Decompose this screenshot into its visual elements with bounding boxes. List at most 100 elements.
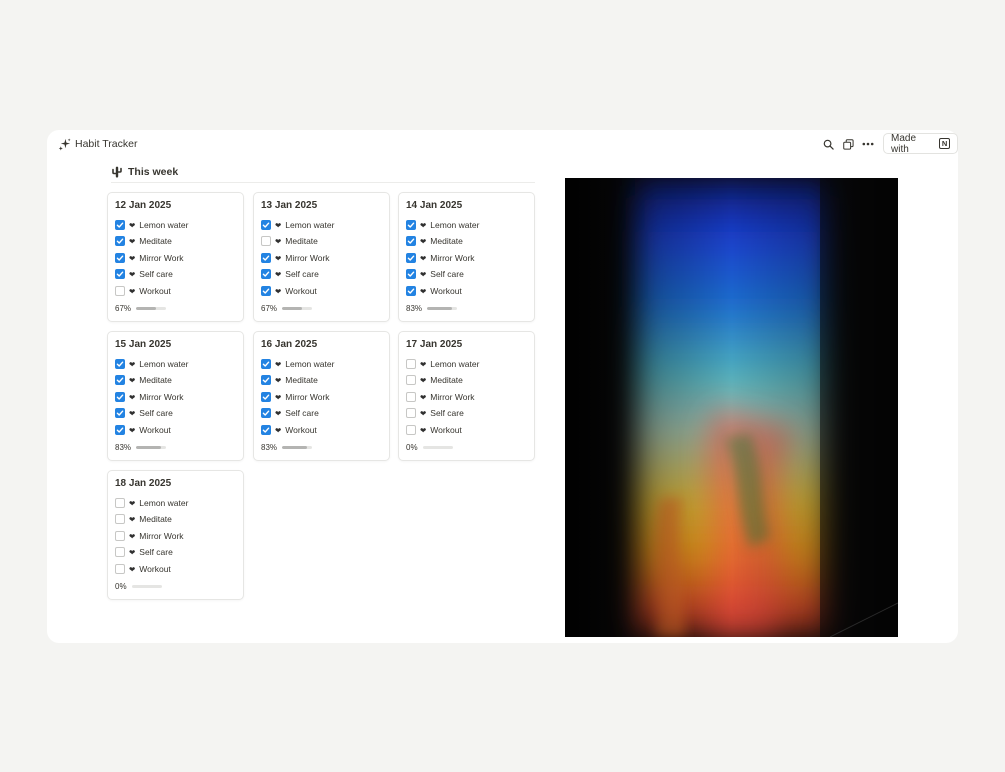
habit-checkbox[interactable] [115, 392, 125, 402]
page-title: Habit Tracker [75, 138, 138, 150]
heart-icon: ❤ [129, 514, 136, 524]
section-title: This week [128, 166, 179, 178]
habit-checkbox[interactable] [406, 236, 416, 246]
heart-icon: ❤ [420, 408, 427, 418]
habit-checkbox[interactable] [406, 425, 416, 435]
made-with-label: Made with [891, 132, 917, 155]
habit-checkbox[interactable] [115, 498, 125, 508]
habit-checkbox[interactable] [115, 564, 125, 574]
habit-card[interactable]: 18 Jan 2025 ❤ Lemon water ❤ Meditate ❤ Mirror … [107, 470, 244, 600]
habit-checkbox[interactable] [115, 286, 125, 296]
habit-checkbox[interactable] [115, 220, 125, 230]
habit-checkbox[interactable] [406, 253, 416, 263]
heart-icon: ❤ [275, 220, 282, 230]
habit-card[interactable]: 16 Jan 2025 ❤ Lemon water ❤ Meditate ❤ Mirror … [253, 331, 390, 461]
habit-checkbox[interactable] [115, 408, 125, 418]
habit-checkbox[interactable] [115, 359, 125, 369]
heart-icon: ❤ [275, 359, 282, 369]
heart-icon: ❤ [420, 425, 427, 435]
habit-checkbox[interactable] [406, 286, 416, 296]
habit-label: Self care [430, 269, 464, 279]
habit-card[interactable]: 15 Jan 2025 ❤ Lemon water ❤ Meditate ❤ Mirror … [107, 331, 244, 461]
progress-bar-fill [427, 306, 452, 310]
habit-row-meditate: ❤ Meditate [261, 374, 318, 386]
habit-checkbox[interactable] [115, 531, 125, 541]
habit-checkbox[interactable] [261, 253, 271, 263]
more-icon[interactable] [861, 137, 875, 151]
habit-row-workout: ❤ Workout [115, 285, 171, 297]
progress: 83% [406, 303, 458, 313]
habit-checkbox[interactable] [115, 514, 125, 524]
habit-checkbox[interactable] [261, 269, 271, 279]
habit-row-lemon-water: ❤ Lemon water [115, 497, 188, 509]
top-bar: Habit Tracker Made with N [47, 130, 958, 158]
habit-checkbox[interactable] [406, 269, 416, 279]
habit-label: Meditate [139, 375, 172, 385]
habit-label: Self care [430, 408, 464, 418]
habit-row-self-care: ❤ Self care [261, 407, 319, 419]
habit-checkbox[interactable] [261, 286, 271, 296]
search-icon[interactable] [821, 137, 835, 151]
habit-checkbox[interactable] [115, 236, 125, 246]
habit-row-lemon-water: ❤ Lemon water [261, 358, 334, 370]
heart-icon: ❤ [129, 547, 136, 557]
habit-row-self-care: ❤ Self care [115, 268, 173, 280]
heart-icon: ❤ [129, 392, 136, 402]
habit-row-self-care: ❤ Self care [115, 546, 173, 558]
habit-label: Self care [139, 547, 173, 557]
progress-bar [131, 584, 162, 588]
progress-bar-fill [136, 306, 157, 310]
habit-label: Workout [139, 286, 171, 296]
card-date: 16 Jan 2025 [261, 339, 318, 350]
habit-row-workout: ❤ Workout [406, 424, 462, 436]
habit-checkbox[interactable] [115, 269, 125, 279]
habit-row-mirror-work: ❤ Mirror Work [406, 391, 475, 403]
progress-bar [136, 445, 167, 449]
habit-checkbox[interactable] [115, 425, 125, 435]
habit-label: Workout [285, 286, 317, 296]
progress-bar [282, 306, 313, 310]
progress-bar-fill [136, 445, 161, 449]
habit-card[interactable]: 14 Jan 2025 ❤ Lemon water ❤ Meditate ❤ Mirror … [398, 192, 535, 322]
habit-checkbox[interactable] [261, 375, 271, 385]
habit-checkbox[interactable] [115, 253, 125, 263]
habit-checkbox[interactable] [115, 375, 125, 385]
progress: 0% [115, 581, 162, 591]
progress-label: 83% [406, 303, 423, 313]
habit-card[interactable]: 12 Jan 2025 ❤ Lemon water ❤ Meditate ❤ Mirror … [107, 192, 244, 322]
habit-row-workout: ❤ Workout [115, 563, 171, 575]
sparkle-icon [58, 138, 71, 151]
duplicate-icon[interactable] [841, 137, 855, 151]
habit-label: Self care [139, 408, 173, 418]
habit-row-workout: ❤ Workout [115, 424, 171, 436]
habit-row-mirror-work: ❤ Mirror Work [261, 391, 330, 403]
heart-icon: ❤ [275, 253, 282, 263]
habit-checkbox[interactable] [261, 236, 271, 246]
habit-card[interactable]: 13 Jan 2025 ❤ Lemon water ❤ Meditate ❤ Mirror … [253, 192, 390, 322]
habit-checkbox[interactable] [261, 220, 271, 230]
habit-checkbox[interactable] [406, 375, 416, 385]
heart-icon: ❤ [129, 498, 136, 508]
habit-checkbox[interactable] [261, 425, 271, 435]
progress-bar [136, 306, 167, 310]
made-with-notion-button[interactable]: Made with N [883, 132, 958, 155]
heart-icon: ❤ [420, 375, 427, 385]
habit-card[interactable]: 17 Jan 2025 ❤ Lemon water ❤ Meditate ❤ Mirror … [398, 331, 535, 461]
habit-row-lemon-water: ❤ Lemon water [406, 358, 479, 370]
heart-icon: ❤ [420, 220, 427, 230]
habit-checkbox[interactable] [406, 408, 416, 418]
habit-checkbox[interactable] [115, 547, 125, 557]
progress-label: 0% [115, 581, 127, 591]
heart-icon: ❤ [129, 408, 136, 418]
habit-checkbox[interactable] [406, 359, 416, 369]
rainbow-light-photo [565, 178, 898, 637]
habit-checkbox[interactable] [261, 359, 271, 369]
habit-checkbox[interactable] [261, 392, 271, 402]
heart-icon: ❤ [129, 253, 136, 263]
card-date: 18 Jan 2025 [115, 478, 172, 489]
habit-checkbox[interactable] [406, 220, 416, 230]
habit-row-meditate: ❤ Meditate [115, 513, 172, 525]
habit-checkbox[interactable] [261, 408, 271, 418]
progress-bar [282, 445, 313, 449]
habit-checkbox[interactable] [406, 392, 416, 402]
